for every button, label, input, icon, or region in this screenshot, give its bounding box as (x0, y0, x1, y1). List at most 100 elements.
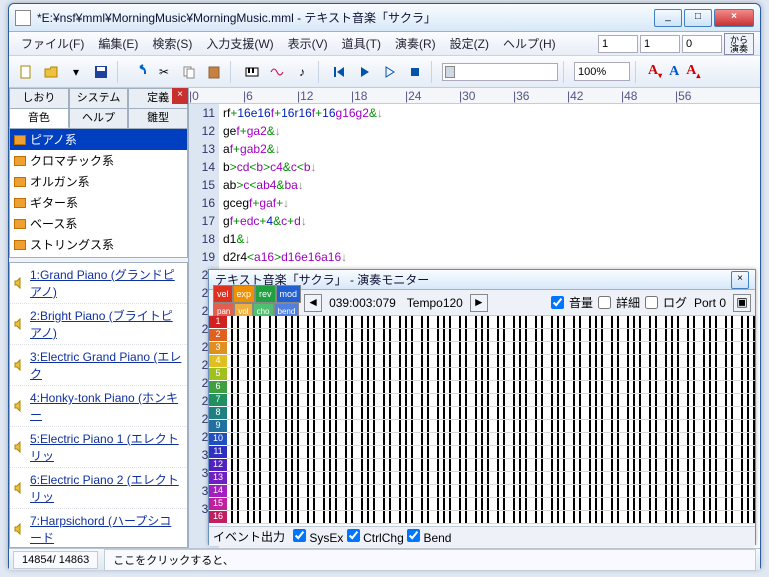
category-item[interactable]: ベース系 (10, 213, 187, 234)
font-large-button[interactable]: A▴ (684, 63, 702, 80)
menu-tools[interactable]: 道具(T) (336, 33, 387, 54)
font-reset-button[interactable]: A (667, 64, 681, 80)
track-row[interactable] (227, 472, 755, 485)
track-row[interactable] (227, 511, 755, 524)
new-button[interactable] (15, 61, 37, 83)
track-row[interactable] (227, 368, 755, 381)
track-num[interactable]: 8 (209, 407, 227, 420)
cb-Bend[interactable] (407, 529, 420, 542)
track-row[interactable] (227, 342, 755, 355)
spin-2[interactable]: 1 (640, 35, 680, 53)
spin-1[interactable]: 1 (598, 35, 638, 53)
track-row[interactable] (227, 446, 755, 459)
track-row[interactable] (227, 459, 755, 472)
cb-CtrlChg[interactable] (347, 529, 360, 542)
tab-5[interactable]: 雛型 (128, 108, 188, 128)
chip-vel[interactable]: vel (213, 285, 233, 303)
track-num[interactable]: 10 (209, 433, 227, 446)
track-num[interactable]: 7 (209, 394, 227, 407)
instrument-item[interactable]: 6:Electric Piano 2 (エレクトリッ (10, 468, 187, 509)
track-row[interactable] (227, 433, 755, 446)
copy-button[interactable] (178, 61, 200, 83)
spin-3[interactable]: 0 (682, 35, 722, 53)
undo-button[interactable] (128, 61, 150, 83)
play-from-button[interactable]: から 演奏 (724, 33, 754, 55)
position-slider[interactable] (442, 63, 558, 81)
minimize-button[interactable]: _ (654, 9, 682, 27)
track-row[interactable] (227, 394, 755, 407)
track-num[interactable]: 9 (209, 420, 227, 433)
wave-button[interactable] (266, 61, 288, 83)
menu-help[interactable]: ヘルプ(H) (497, 33, 562, 54)
track-row[interactable] (227, 407, 755, 420)
tab-4[interactable]: ヘルプ (69, 108, 129, 128)
track-num[interactable]: 1 (209, 316, 227, 329)
track-num[interactable]: 4 (209, 355, 227, 368)
piano-button[interactable] (241, 61, 263, 83)
category-item[interactable]: アンサンブル系 (10, 255, 187, 258)
menu-play[interactable]: 演奏(R) (389, 33, 442, 54)
track-num[interactable]: 5 (209, 368, 227, 381)
track-num[interactable]: 3 (209, 342, 227, 355)
track-row[interactable] (227, 485, 755, 498)
track-row[interactable] (227, 329, 755, 342)
track-row[interactable] (227, 355, 755, 368)
chip-rev[interactable]: rev (255, 285, 276, 303)
play-button[interactable] (354, 61, 376, 83)
track-area[interactable] (227, 316, 755, 526)
instrument-item[interactable]: 5:Electric Piano 1 (エレクトリッ (10, 427, 187, 468)
menu-settings[interactable]: 設定(Z) (444, 33, 495, 54)
chip-mod[interactable]: mod (276, 285, 302, 303)
menu-input[interactable]: 入力支援(W) (200, 33, 279, 54)
chip-exp[interactable]: exp (233, 285, 256, 303)
close-button[interactable]: × (714, 9, 754, 27)
instrument-item[interactable]: 2:Bright Piano (ブライトピアノ) (10, 304, 187, 345)
cb-volume[interactable] (551, 296, 564, 309)
playloop-button[interactable] (379, 61, 401, 83)
menu-edit[interactable]: 編集(E) (92, 33, 144, 54)
menu-view[interactable]: 表示(V) (282, 33, 334, 54)
instrument-item[interactable]: 1:Grand Piano (グランドピアノ) (10, 263, 187, 304)
track-num[interactable]: 6 (209, 381, 227, 394)
cb-detail[interactable] (598, 296, 611, 309)
menu-file[interactable]: ファイル(F) (15, 33, 90, 54)
skip-back-button[interactable] (329, 61, 351, 83)
tab-0[interactable]: しおり (9, 88, 69, 108)
tab-3[interactable]: 音色 (9, 108, 69, 128)
open-button[interactable] (40, 61, 62, 83)
menu-search[interactable]: 検索(S) (146, 33, 198, 54)
track-num[interactable]: 13 (209, 472, 227, 485)
track-num[interactable]: 11 (209, 446, 227, 459)
instrument-item[interactable]: 7:Harpsichord (ハープシコード (10, 509, 187, 548)
mon-next-button[interactable]: ► (470, 294, 488, 312)
note-button[interactable]: ♪ (291, 61, 313, 83)
category-item[interactable]: ギター系 (10, 192, 187, 213)
category-item[interactable]: ピアノ系 (10, 129, 187, 150)
cb-SysEx[interactable] (293, 529, 306, 542)
category-item[interactable]: クロマチック系 (10, 150, 187, 171)
track-row[interactable] (227, 316, 755, 329)
save-button[interactable] (90, 61, 112, 83)
monitor-close-button[interactable]: × (731, 271, 749, 289)
zoom-combo[interactable] (574, 62, 630, 81)
track-row[interactable] (227, 498, 755, 511)
instrument-item[interactable]: 3:Electric Grand Piano (エレク (10, 345, 187, 386)
track-row[interactable] (227, 381, 755, 394)
tab-1[interactable]: システム (69, 88, 129, 108)
category-item[interactable]: ストリングス系 (10, 234, 187, 255)
paste-button[interactable] (203, 61, 225, 83)
instrument-list[interactable]: 1:Grand Piano (グランドピアノ)2:Bright Piano (ブ… (9, 262, 188, 548)
category-item[interactable]: オルガン系 (10, 171, 187, 192)
stop-button[interactable] (404, 61, 426, 83)
panel-close-button[interactable]: × (172, 88, 188, 104)
cb-log[interactable] (645, 296, 658, 309)
instrument-item[interactable]: 4:Honky-tonk Piano (ホンキー (10, 386, 187, 427)
category-list[interactable]: ピアノ系クロマチック系オルガン系ギター系ベース系ストリングス系アンサンブル系 (9, 128, 188, 258)
track-row[interactable] (227, 420, 755, 433)
font-small-button[interactable]: A▾ (646, 63, 664, 80)
track-num[interactable]: 16 (209, 511, 227, 524)
open-dropdown[interactable]: ▾ (65, 61, 87, 83)
track-num[interactable]: 14 (209, 485, 227, 498)
cut-button[interactable]: ✂ (153, 61, 175, 83)
mon-prev-button[interactable]: ◄ (304, 294, 322, 312)
